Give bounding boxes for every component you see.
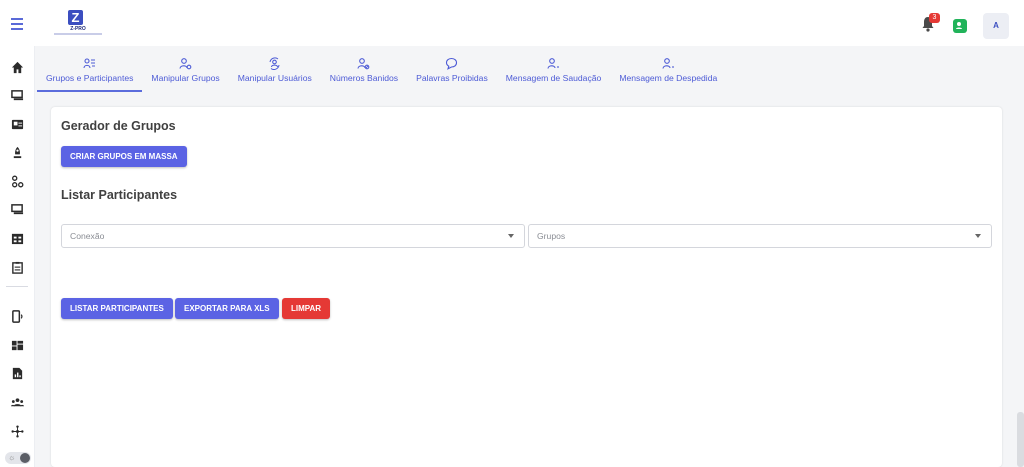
tab-manipular-usuarios[interactable]: Manipular Usuários — [229, 52, 321, 92]
toggle-knob — [20, 453, 30, 463]
user-gear-icon — [179, 57, 192, 70]
rocket-icon[interactable] — [10, 145, 24, 159]
clipboard-icon[interactable] — [10, 260, 24, 274]
dashboard-icon[interactable] — [10, 338, 24, 352]
report-icon[interactable] — [10, 366, 24, 380]
groups-select[interactable]: Grupos — [528, 224, 992, 248]
chevron-down-icon — [508, 234, 514, 238]
tab-grupos-participantes[interactable]: Grupos e Participantes — [37, 52, 143, 92]
app-logo[interactable]: Z Z-PRO — [54, 10, 102, 38]
user-minus-icon — [662, 57, 675, 70]
groups-select-placeholder: Grupos — [537, 231, 566, 241]
sidebar-divider — [6, 286, 28, 287]
users-icon[interactable] — [10, 395, 24, 409]
page-scrollbar[interactable] — [1017, 412, 1024, 467]
chat-bubbles-icon[interactable] — [10, 202, 24, 216]
connection-status-button[interactable] — [953, 19, 967, 33]
export-xls-button[interactable]: EXPORTAR PARA XLS — [175, 298, 279, 319]
connection-select-placeholder: Conexão — [70, 231, 105, 241]
chevron-down-icon — [975, 234, 981, 238]
user-block-icon — [357, 57, 370, 70]
top-bar: Z Z-PRO 3 A — [0, 0, 1024, 46]
logo-mark: Z — [68, 10, 83, 25]
main-card: Gerador de Grupos CRIAR GRUPOS EM MASSA … — [51, 107, 1002, 467]
calendar-icon[interactable] — [10, 231, 24, 245]
sun-icon: ☼ — [8, 453, 16, 462]
home-icon[interactable] — [10, 60, 24, 74]
list-participants-button[interactable]: LISTAR PARTICIPANTES — [61, 298, 173, 319]
generator-title: Gerador de Grupos — [61, 119, 176, 133]
chat-icon[interactable] — [10, 88, 24, 102]
list-participants-title: Listar Participantes — [61, 188, 178, 202]
notification-badge: 3 — [929, 13, 940, 23]
sidebar: ☼ — [0, 46, 35, 467]
tab-label: Grupos e Participantes — [46, 73, 134, 83]
tab-label: Manipular Grupos — [151, 73, 220, 83]
tab-label: Manipular Usuários — [237, 73, 312, 83]
tab-mensagem-saudacao[interactable]: Mensagem de Saudação — [497, 52, 611, 92]
avatar[interactable]: A — [983, 13, 1009, 39]
create-groups-button[interactable]: CRIAR GRUPOS EM MASSA — [61, 146, 187, 167]
tab-label: Mensagem de Saudação — [505, 73, 602, 83]
flow-icon[interactable] — [10, 174, 24, 188]
connection-select[interactable]: Conexão — [61, 224, 525, 248]
tab-label: Mensagem de Despedida — [619, 73, 718, 83]
phone-signal-icon[interactable] — [10, 309, 24, 323]
tab-label: Palavras Proibidas — [416, 73, 488, 83]
tab-numeros-banidos[interactable]: Números Banidos — [321, 52, 407, 92]
network-icon[interactable] — [10, 424, 24, 438]
hamburger-menu-icon[interactable] — [6, 14, 28, 34]
tab-label: Números Banidos — [329, 73, 399, 83]
logo-underline — [54, 33, 102, 35]
tab-palavras-proibidas[interactable]: Palavras Proibidas — [407, 52, 497, 92]
tab-mensagem-despedida[interactable]: Mensagem de Despedida — [610, 52, 726, 92]
contact-card-icon[interactable] — [10, 117, 24, 131]
tab-manipular-grupos[interactable]: Manipular Grupos — [142, 52, 228, 92]
user-sync-icon — [268, 57, 281, 71]
logo-text: Z-PRO — [70, 26, 86, 32]
chat-bubble-icon — [445, 57, 458, 70]
tab-bar: Grupos e Participantes Manipular Grupos … — [37, 52, 726, 94]
group-list-icon — [83, 57, 96, 70]
clear-button[interactable]: LIMPAR — [282, 298, 331, 319]
theme-toggle[interactable]: ☼ — [5, 452, 31, 464]
user-plus-icon — [547, 57, 560, 70]
